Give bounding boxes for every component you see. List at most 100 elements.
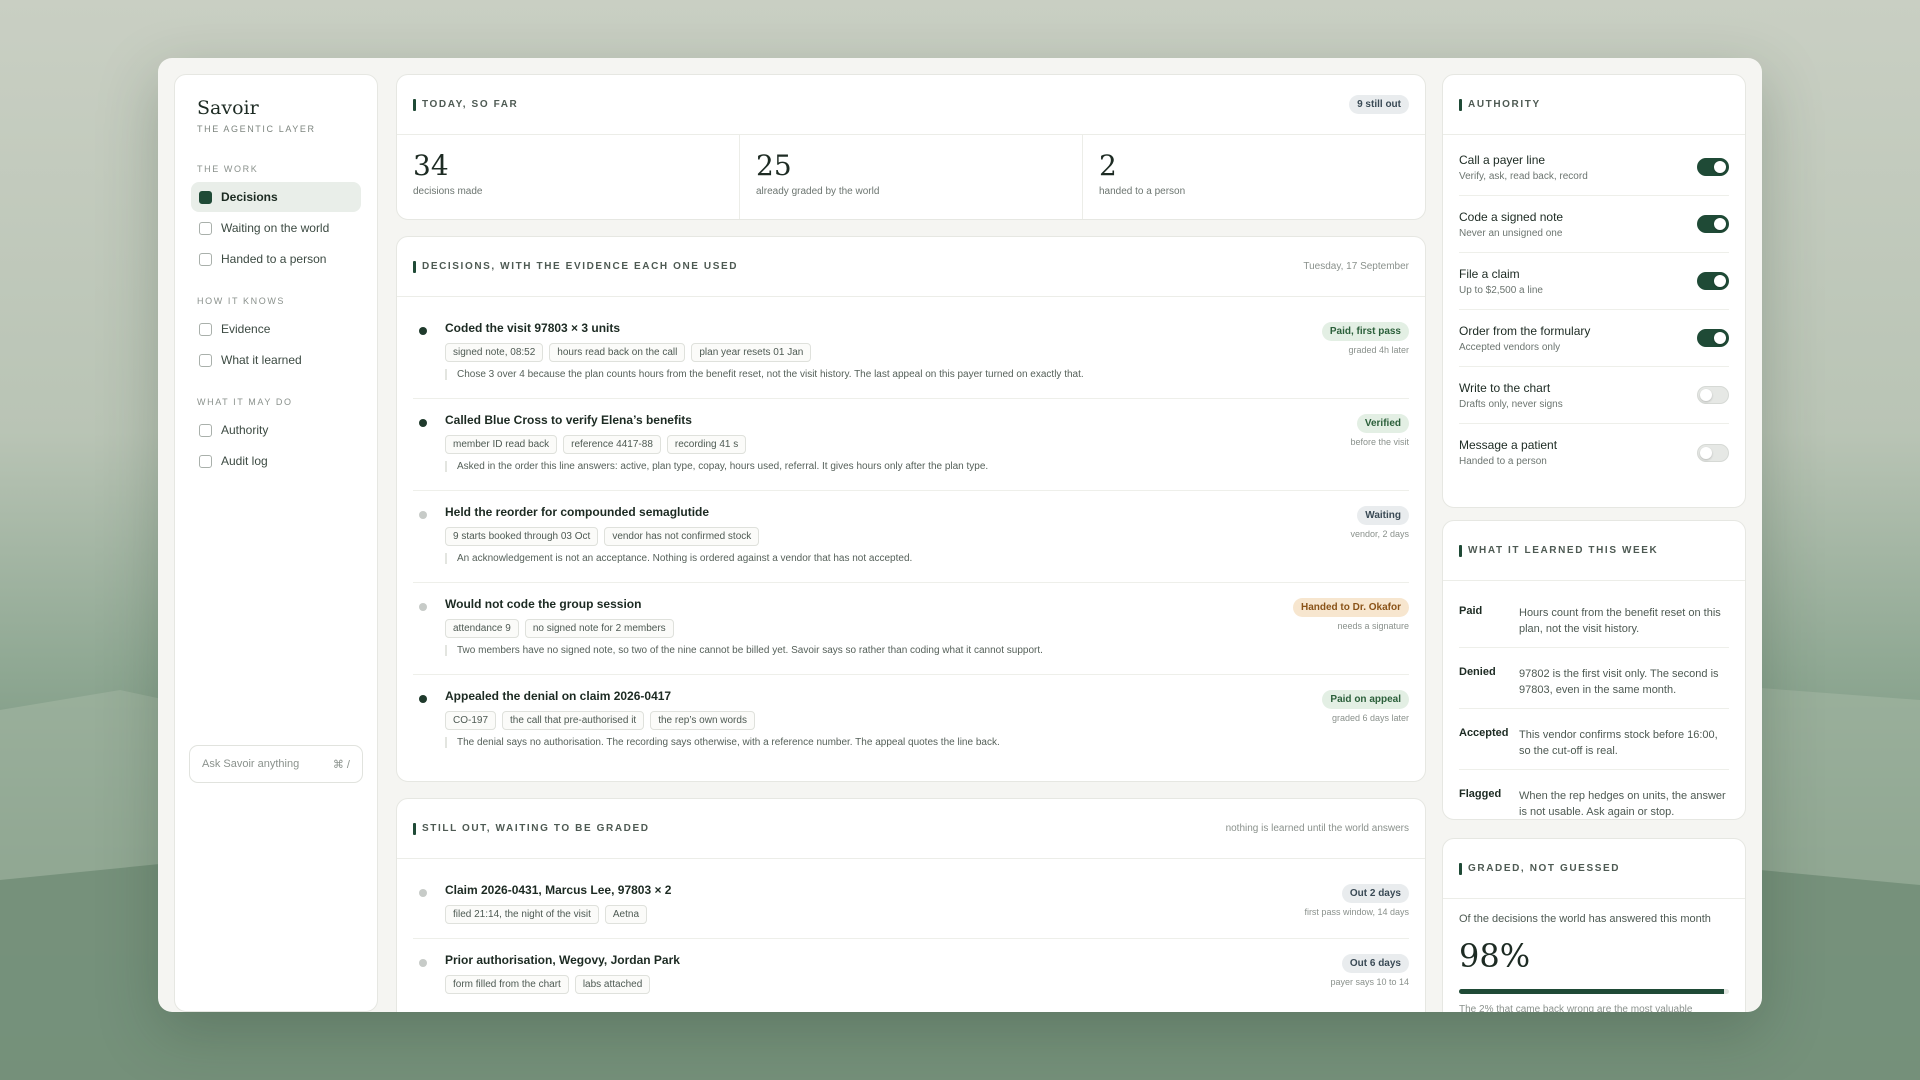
authority-name: Write to the chart [1459, 380, 1551, 395]
sidebar-item-learned[interactable]: What it learned [191, 345, 361, 375]
checkbox-icon [199, 454, 212, 468]
accent-bar [1459, 98, 1462, 111]
authority-name: File a claim [1459, 266, 1520, 281]
learned-item: Flagged When the rep hedges on units, the… [1459, 770, 1729, 819]
decision-row[interactable]: Held the reorder for compounded semaglut… [413, 491, 1409, 583]
card-title: GRADED, NOT GUESSED [1459, 862, 1620, 875]
sidebar-item-label: Evidence [221, 322, 271, 336]
decision-note: Two members have no signed note, so two … [445, 645, 1409, 656]
stat-handed: 2 handed to a person [1083, 135, 1425, 219]
status-dot-icon [419, 959, 427, 967]
decision-status: Paid on appeal graded 6 days later [1322, 689, 1409, 723]
authority-item: File a claim Up to $2,500 a line [1459, 253, 1729, 310]
decision-note: Chose 3 over 4 because the plan counts h… [445, 369, 1409, 380]
status-dot-icon [419, 889, 427, 897]
ask-placeholder: Ask Savoir anything [202, 758, 300, 770]
status-dot-icon [419, 327, 427, 335]
toggle-knob [1714, 332, 1726, 344]
evidence-tag[interactable]: no signed note for 2 members [524, 619, 674, 638]
authority-text: File a claim Up to $2,500 a line [1459, 267, 1543, 296]
sidebar-item-label: Decisions [221, 190, 278, 204]
authority-item: Message a patient Handed to a person [1459, 424, 1729, 481]
stat-label: handed to a person [1099, 186, 1186, 197]
sidebar-item-handed[interactable]: Handed to a person [191, 244, 361, 274]
evidence-tag[interactable]: the rep’s own words [650, 711, 755, 730]
stat-label: decisions made [413, 186, 483, 197]
authority-toggle[interactable] [1697, 158, 1729, 176]
evidence-tag[interactable]: attendance 9 [445, 619, 519, 638]
decision-status: Waiting vendor, 2 days [1350, 505, 1409, 539]
sidebar-item-audit-log[interactable]: Audit log [191, 446, 361, 476]
learned-value: When the rep hedges on units, the answer… [1519, 790, 1726, 818]
authority-text: Write to the chart Drafts only, never sig… [1459, 381, 1563, 410]
evidence-tag[interactable]: member ID read back [445, 435, 558, 454]
learned-card: WHAT IT LEARNED THIS WEEK Paid Hours coun… [1442, 520, 1746, 820]
authority-toggle[interactable] [1697, 329, 1729, 347]
evidence-tags: attendance 9 no signed note for 2 members [445, 619, 1409, 638]
evidence-tag[interactable]: recording 41 s [666, 435, 747, 454]
evidence-tag[interactable]: labs attached [574, 975, 651, 994]
decision-row[interactable]: Coded the visit 97803 × 3 units signed no… [413, 307, 1409, 399]
status-sub: payer says 10 to 14 [1330, 977, 1409, 987]
authority-name: Call a payer line [1459, 152, 1546, 167]
evidence-tag[interactable]: hours read back on the call [549, 343, 686, 362]
evidence-tag[interactable]: the call that pre-authorised it [502, 711, 645, 730]
decision-row[interactable]: Called Blue Cross to verify Elena’s bene… [413, 399, 1409, 491]
status-dot-icon [419, 603, 427, 611]
evidence-tag[interactable]: CO-197 [445, 711, 497, 730]
status-sub: before the visit [1350, 437, 1409, 447]
learned-key: Accepted [1459, 727, 1509, 739]
decisions-card: DECISIONS, WITH THE EVIDENCE EACH ONE US… [396, 236, 1426, 782]
checkbox-icon [199, 353, 212, 367]
decision-row[interactable]: Would not code the group session attendan… [413, 583, 1409, 675]
waiting-row[interactable]: Prior authorisation, Wegovy, Jordan Park… [413, 939, 1409, 1009]
sidebar: Savoir THE AGENTIC LAYER THE WORK Decisi… [174, 74, 378, 1012]
evidence-tag[interactable]: signed note, 08:52 [445, 343, 544, 362]
evidence-tags: CO-197 the call that pre-authorised it the… [445, 711, 1409, 730]
authority-toggle[interactable] [1697, 272, 1729, 290]
learned-value: Hours count from the benefit reset on th… [1519, 607, 1721, 635]
learned-key: Paid [1459, 605, 1483, 617]
card-title: WHAT IT LEARNED THIS WEEK [1459, 544, 1658, 557]
accent-bar [1459, 862, 1462, 875]
status-badge: Verified [1356, 414, 1409, 433]
card-title-text: AUTHORITY [1468, 99, 1541, 110]
accent-bar [413, 98, 416, 111]
learned-key: Flagged [1459, 788, 1502, 800]
sidebar-item-waiting[interactable]: Waiting on the world [191, 213, 361, 243]
decision-title: Appealed the denial on claim 2026-0417 [445, 689, 672, 703]
card-title: AUTHORITY [1459, 98, 1541, 111]
toggle-knob [1714, 275, 1726, 287]
card-title-text: DECISIONS, WITH THE EVIDENCE EACH ONE US… [422, 261, 739, 272]
authority-toggle[interactable] [1697, 386, 1729, 404]
evidence-tags: member ID read back reference 4417-88 reco… [445, 435, 1409, 454]
status-badge: Waiting [1357, 506, 1409, 525]
decision-note: An acknowledgement is not an acceptance.… [445, 553, 1409, 564]
toggle-knob [1700, 446, 1712, 459]
sidebar-item-label: What it learned [221, 353, 302, 367]
evidence-tag[interactable]: form filled from the chart [445, 975, 569, 994]
waiting-title: Prior authorisation, Wegovy, Jordan Park [445, 953, 680, 967]
waiting-row[interactable]: Claim 2026-0431, Marcus Lee, 97803 × 2 fi… [413, 869, 1409, 939]
authority-item: Write to the chart Drafts only, never sig… [1459, 367, 1729, 424]
decision-status: Paid, first pass graded 4h later [1321, 321, 1409, 355]
nav-section-title: THE WORK [197, 164, 259, 174]
evidence-tag[interactable]: vendor has not confirmed stock [604, 527, 760, 546]
sidebar-item-evidence[interactable]: Evidence [191, 314, 361, 344]
ask-input[interactable]: Ask Savoir anything ⌘ / [189, 745, 363, 783]
authority-name: Code a signed note [1459, 209, 1564, 224]
evidence-tag[interactable]: Aetna [604, 905, 648, 924]
evidence-tag[interactable]: plan year resets 01 Jan [691, 343, 812, 362]
authority-toggle[interactable] [1697, 215, 1729, 233]
evidence-tag[interactable]: 9 starts booked through 03 Oct [445, 527, 599, 546]
decision-row[interactable]: Appealed the denial on claim 2026-0417 CO… [413, 675, 1409, 767]
sidebar-item-decisions[interactable]: Decisions [191, 182, 361, 212]
sidebar-item-authority[interactable]: Authority [191, 415, 361, 445]
decision-status: Verified before the visit [1350, 413, 1409, 447]
authority-toggle[interactable] [1697, 443, 1729, 462]
authority-sub: Verify, ask, read back, record [1459, 170, 1588, 182]
decision-title: Coded the visit 97803 × 3 units [445, 321, 621, 335]
evidence-tag[interactable]: filed 21:14, the night of the visit [445, 905, 599, 924]
evidence-tag[interactable]: reference 4417-88 [563, 435, 661, 454]
status-sub: vendor, 2 days [1350, 529, 1409, 539]
